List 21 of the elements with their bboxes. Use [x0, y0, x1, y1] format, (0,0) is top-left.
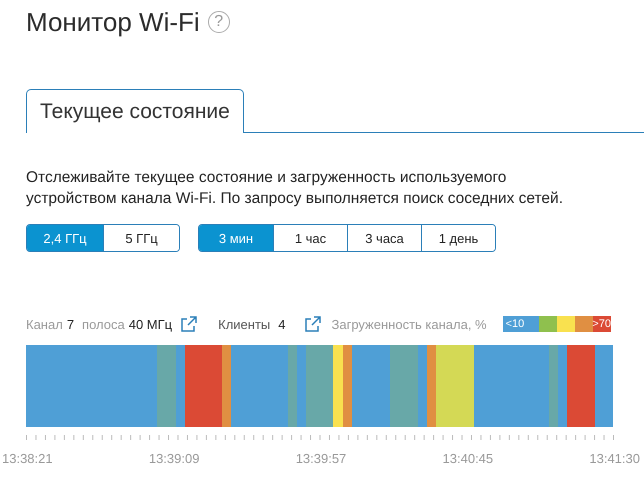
band-button[interactable]: 5 ГГц — [103, 225, 179, 251]
external-link-icon[interactable] — [180, 316, 198, 332]
time-label: 13:38:21 — [2, 451, 53, 466]
tab[interactable]: Текущее состояние — [26, 89, 244, 133]
channel-label: Канал — [26, 316, 63, 332]
page-title: Монитор Wi-Fi — [26, 6, 200, 38]
load-label: Загруженность канала, % — [332, 316, 487, 332]
period-button[interactable]: 1 день — [421, 225, 495, 251]
width-label: полоса — [82, 316, 125, 332]
width-value: 40 МГц — [128, 316, 172, 332]
time-label: 13:39:09 — [148, 451, 200, 466]
clients-value: 4 — [278, 316, 286, 332]
time-label: 13:41:30 — [589, 451, 640, 466]
channel-value: 7 — [66, 316, 74, 332]
clients-label: Клиенты — [218, 316, 270, 332]
description-text: Отслеживайте текущее состояние и загруженность используемого устройством канала Wi-Fi. По запросу выполняется поиск соседних сетей. — [26, 168, 564, 209]
legend-swatch: <10 — [502, 316, 539, 332]
external-link-icon[interactable] — [304, 316, 320, 332]
legend-swatch: >70 — [592, 316, 611, 332]
time-label: 13:40:45 — [442, 451, 494, 466]
time-label: 13:39:57 — [296, 451, 346, 466]
